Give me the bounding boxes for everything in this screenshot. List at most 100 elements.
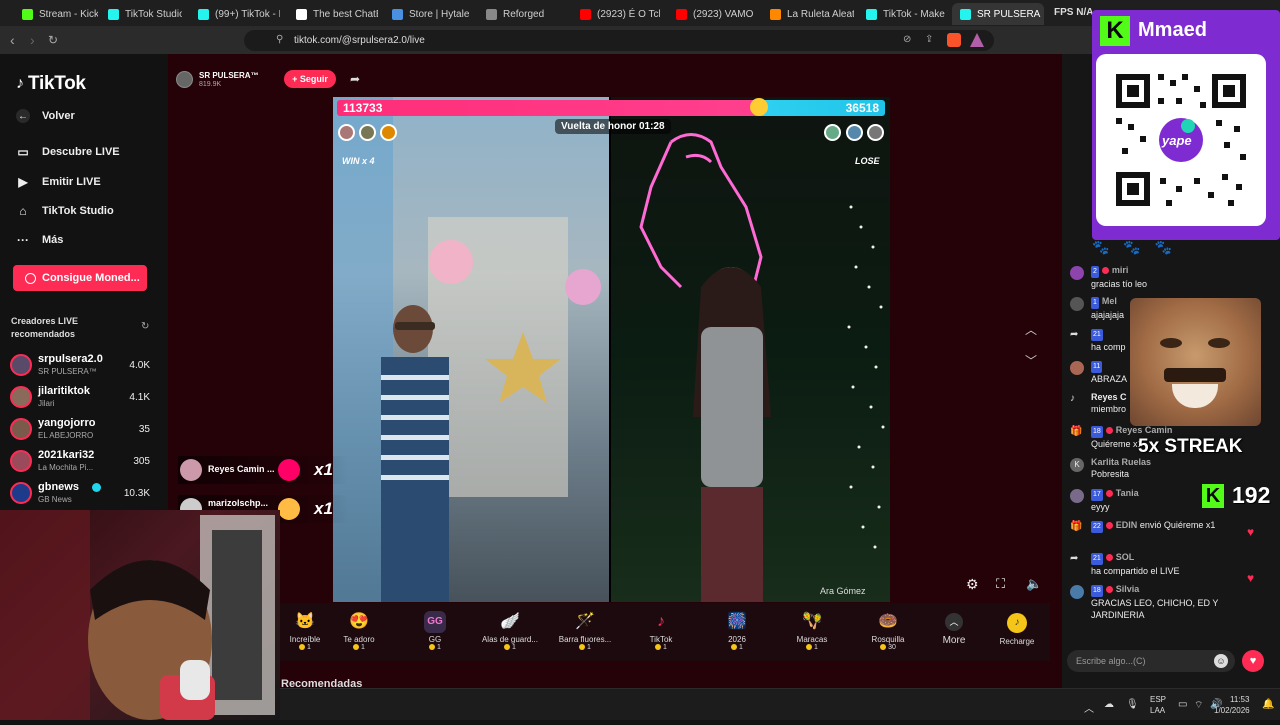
sidebar-item-studio[interactable]: ⌂ TikTok Studio (16, 204, 113, 218)
gift-item[interactable]: 🪄 Barra fluores... 1 (550, 607, 620, 659)
supporter-avatar[interactable] (867, 124, 884, 141)
share-icon[interactable]: ⇪ (925, 34, 933, 45)
supporter-avatar[interactable] (380, 124, 397, 141)
browser-tab[interactable]: Store | Hytale (384, 3, 470, 25)
share-arrow-icon[interactable]: ➦ (350, 72, 360, 86)
gift-item[interactable]: 😍 Te adoro 1 (324, 607, 394, 659)
more-gifts-button[interactable]: ︿ More (920, 607, 988, 659)
gift-item[interactable]: GG GG 1 (400, 607, 470, 659)
gift-item[interactable]: 🪇 Maracas 1 (777, 607, 847, 659)
display-icon[interactable]: ▭ (1178, 699, 1187, 710)
mute-icon[interactable]: 🔈 (1026, 576, 1042, 592)
emote-row: 🐾 🐾 🐾 (1092, 239, 1202, 259)
back-button[interactable]: ← Volver (16, 109, 75, 123)
battle-score-bar: 113733 36518 (337, 98, 885, 116)
cloud-icon[interactable]: ☁ (1104, 699, 1114, 710)
supporter-avatar[interactable] (338, 124, 355, 141)
brave-shield-icon[interactable] (947, 33, 961, 47)
chevron-down-icon[interactable]: ﹀ (1025, 352, 1037, 369)
eye-shape (1208, 338, 1230, 348)
hytale-icon (392, 8, 403, 20)
sidebar-item-more[interactable]: ··· Más (16, 233, 63, 247)
avatar (1070, 361, 1084, 375)
site-info-icon[interactable]: ⚲ (276, 34, 283, 45)
microphone-icon[interactable]: 🎙 (1126, 699, 1139, 710)
tiktok-icon (198, 8, 209, 20)
forward-icon[interactable]: › (30, 32, 35, 48)
gift-icon (278, 459, 300, 481)
notification-icon[interactable]: 🔔 (1262, 699, 1274, 710)
chat-input[interactable]: Escribe algo...(C) (1067, 650, 1235, 672)
gift-item[interactable]: ♪ TikTok 1 (626, 607, 696, 659)
yape-label: yape (1162, 133, 1192, 148)
coin-icon: ♪ (1007, 613, 1027, 633)
heart-icon (1105, 427, 1113, 435)
creator-item[interactable]: srpulsera2.0 SR PULSERA™ 4.0K (10, 351, 155, 381)
supporter-avatar[interactable] (359, 124, 376, 141)
back-icon[interactable]: ‹ (10, 32, 15, 48)
follow-button[interactable]: + Seguir (284, 70, 336, 88)
gift-icon: 🪇 (802, 613, 822, 630)
chevron-up-icon[interactable]: ︿ (1025, 321, 1037, 338)
avatar (10, 354, 32, 376)
reaction-face-image (1130, 298, 1261, 426)
host-avatar[interactable] (176, 71, 193, 88)
emoji-icon (750, 98, 768, 116)
browser-tab[interactable]: (99+) TikTok - Ma (190, 3, 280, 25)
settings-icon[interactable]: ⚙ (966, 576, 979, 593)
score-left: 113733 (343, 101, 383, 115)
tiktok-note-icon: ♪ (16, 75, 24, 92)
language-indicator[interactable]: ESP (1150, 695, 1166, 704)
left-host-video (333, 97, 609, 602)
kick-icon (22, 8, 33, 20)
supporter-avatar[interactable] (846, 124, 863, 141)
browser-tab-active[interactable]: SR PULSERA✕ (952, 3, 1044, 25)
get-coins-button[interactable]: Consigue Moned... (13, 265, 147, 291)
browser-tab[interactable]: Reforged (478, 3, 564, 25)
creator-item[interactable]: jilaritiktok Jilari 4.1K (10, 383, 155, 413)
url-field[interactable]: ⚲ tiktok.com/@srpulsera2.0/live (244, 30, 994, 51)
creator-item[interactable]: gbnews GB News 10.3K (10, 479, 155, 509)
refresh-icon[interactable]: ↻ (141, 321, 149, 332)
gift-item[interactable]: 🎆 2026 1 (702, 607, 772, 659)
youtube-icon (580, 8, 591, 20)
fullscreen-icon[interactable]: ⛶ (996, 576, 1005, 592)
browser-tab[interactable]: La Ruleta Aleator (762, 3, 854, 25)
sidebar-item-go-live[interactable]: ▶ Emitir LIVE (16, 175, 100, 189)
browser-tab[interactable]: TikTok - Make Yo (858, 3, 948, 25)
chevron-up-icon[interactable]: ︿ (1084, 700, 1094, 715)
gift-icon: 🍩 (878, 613, 898, 630)
creator-item[interactable]: 2021kari32 La Mochita Pi... 305 (10, 447, 155, 477)
keyboard-layout[interactable]: LAA (1150, 706, 1165, 715)
kick-logo-icon: K (1202, 484, 1224, 508)
browser-tab[interactable]: The best ChatBot (288, 3, 378, 25)
sidebar-item-discover-live[interactable]: ▭ Descubre LIVE (16, 145, 119, 159)
clock-date[interactable]: 1/02/2026 (1214, 706, 1250, 715)
avatar: K (1070, 458, 1084, 472)
browser-tab[interactable]: Stream - Kick (14, 3, 98, 25)
live-video[interactable] (333, 97, 890, 602)
avatar (10, 482, 32, 504)
mute-site-icon[interactable]: ⊘ (903, 34, 911, 45)
clock-time[interactable]: 11:53 (1230, 695, 1249, 704)
browser-tab[interactable]: TikTok Studio (100, 3, 182, 25)
browser-tab[interactable]: (2923) É O Tchan (572, 3, 660, 25)
tiktok-icon (108, 8, 119, 20)
browser-tab[interactable]: (2923) VAMONO (668, 3, 754, 25)
os-taskbar: ︿ ☁ 🎙 ESP LAA ▭ ⌔ 🔊 11:53 1/02/2026 🔔 (280, 688, 1280, 720)
gift-item[interactable]: 🪽 Alas de guard... 1 (475, 607, 545, 659)
heart-icon (1105, 490, 1113, 498)
send-heart-icon[interactable]: ♥ (1242, 650, 1264, 672)
gift-icon: 🎆 (727, 613, 747, 630)
recharge-button[interactable]: ♪ Recharge (984, 607, 1050, 659)
chatbot-icon (296, 8, 307, 20)
creator-item[interactable]: yangojorro EL ABEJORRO 35 (10, 415, 155, 445)
emoji-icon[interactable]: ☺ (1214, 654, 1228, 668)
network-icon[interactable]: ⌔ (1194, 699, 1203, 712)
heart-icon (1105, 554, 1113, 562)
supporter-avatar[interactable] (824, 124, 841, 141)
gift-item[interactable]: 🍩 Rosquilla 30 (853, 607, 923, 659)
gift-icon: 🐱 (295, 613, 315, 630)
reload-icon[interactable]: ↻ (48, 33, 58, 47)
tiktok-logo[interactable]: ♪ TikTok (16, 73, 86, 95)
